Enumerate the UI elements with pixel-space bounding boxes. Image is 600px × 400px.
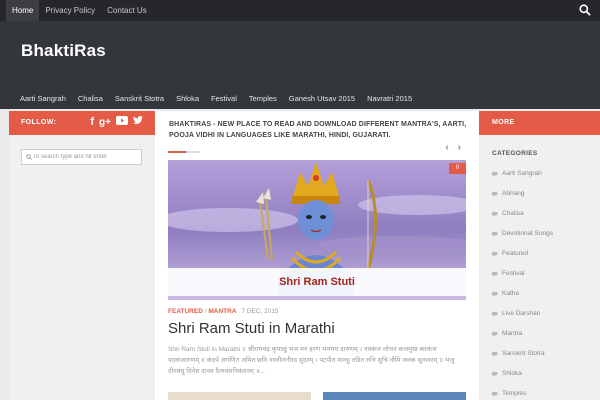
post-date: 7 DEC, 2015 — [241, 308, 279, 315]
category-label: Featured — [502, 250, 529, 257]
category-item[interactable]: Katha — [492, 284, 592, 304]
divider — [186, 151, 200, 153]
post-thumbnail[interactable] — [168, 392, 311, 400]
category-item[interactable]: Abhang — [492, 184, 592, 204]
main-nav-item[interactable]: Navratri 2015 — [361, 92, 418, 106]
follow-bar: FOLLOW: f g+ — [9, 111, 155, 135]
chevron-left-icon[interactable]: ‹ — [445, 142, 448, 153]
more-bar: MORE — [479, 111, 600, 135]
tag-icon — [492, 331, 498, 336]
category-item[interactable]: Live Darshan — [492, 304, 592, 324]
category-item[interactable]: Mantra — [492, 324, 592, 344]
search-icon[interactable] — [578, 3, 592, 17]
category-item[interactable]: Devotional Songs — [492, 224, 592, 244]
category-label: Shloka — [502, 370, 522, 377]
sidebar-search — [21, 149, 142, 165]
top-nav: Home Privacy Policy Contact Us — [6, 0, 153, 21]
slider-controls: ‹ › — [445, 142, 461, 153]
post-thumbnail[interactable] — [323, 392, 466, 400]
tag-icon — [492, 391, 498, 396]
main-nav-item[interactable]: Sanskrit Stotra — [109, 92, 170, 106]
tag-icon — [492, 251, 498, 256]
category-link[interactable]: FEATURED — [168, 308, 203, 315]
category-list: Aarti Sangrah Abhang Chalisa Devotional … — [492, 164, 592, 400]
twitter-icon[interactable] — [133, 115, 143, 130]
category-item[interactable]: Shloka — [492, 364, 592, 384]
tag-icon — [492, 371, 498, 376]
main-content: BHAKTIRAS - NEW PLACE TO READ AND DOWNLO… — [155, 111, 479, 400]
main-nav: Aarti Sangrah Chalisa Sanskrit Stotra Sh… — [14, 92, 418, 106]
main-nav-item[interactable]: Ganesh Utsav 2015 — [283, 92, 361, 106]
category-item[interactable]: Festival — [492, 264, 592, 284]
tag-icon — [492, 171, 498, 176]
category-label: Sanskrit Stotra — [502, 350, 545, 357]
social-links: f g+ — [90, 115, 143, 130]
tag-icon — [492, 231, 498, 236]
category-item[interactable]: Sanskrit Stotra — [492, 344, 592, 364]
main-nav-item[interactable]: Temples — [243, 92, 283, 106]
tag-icon — [492, 291, 498, 296]
category-label: Mantra — [502, 330, 523, 337]
category-separator: / — [204, 308, 207, 315]
category-item[interactable]: Chalisa — [492, 204, 592, 224]
category-label: Temples — [502, 390, 527, 397]
follow-label: FOLLOW: — [21, 119, 57, 126]
main-nav-item[interactable]: Shloka — [170, 92, 205, 106]
right-sidebar: CATEGORIES Aarti Sangrah Abhang Chalisa … — [479, 135, 600, 400]
tag-icon — [492, 271, 498, 276]
search-icon — [26, 154, 32, 160]
category-link[interactable]: MANTRA — [208, 308, 236, 315]
featured-image[interactable]: 0 Shri Ram Stuti — [168, 160, 466, 300]
top-bar: Home Privacy Policy Contact Us — [0, 0, 600, 21]
left-sidebar — [9, 135, 155, 400]
site-header: BhaktiRas Aarti Sangrah Chalisa Sanskrit… — [0, 21, 600, 109]
category-label: Chalisa — [502, 210, 524, 217]
category-label: Katha — [502, 290, 519, 297]
search-input[interactable] — [33, 150, 139, 164]
main-nav-item[interactable]: Festival — [205, 92, 243, 106]
main-nav-item[interactable]: Chalisa — [72, 92, 109, 106]
category-label: Festival — [502, 270, 525, 277]
post-title[interactable]: Shri Ram Stuti in Marathi — [168, 320, 335, 338]
category-label: Devotional Songs — [502, 230, 553, 237]
divider — [168, 151, 186, 153]
category-item[interactable]: Featured — [492, 244, 592, 264]
categories-heading: CATEGORIES — [492, 150, 538, 157]
tag-icon — [492, 351, 498, 356]
category-label: Aarti Sangrah — [502, 170, 542, 177]
category-label: Live Darshan — [502, 310, 541, 317]
facebook-icon[interactable]: f — [90, 115, 94, 130]
google-plus-icon[interactable]: g+ — [99, 115, 111, 130]
top-nav-privacy-policy[interactable]: Privacy Policy — [39, 0, 101, 21]
top-nav-contact-us[interactable]: Contact Us — [101, 0, 153, 21]
site-tagline: BHAKTIRAS - NEW PLACE TO READ AND DOWNLO… — [169, 121, 467, 139]
image-caption: Shri Ram Stuti — [279, 276, 355, 288]
site-title[interactable]: BhaktiRas — [21, 41, 106, 61]
more-label: MORE — [492, 119, 515, 126]
top-nav-home[interactable]: Home — [6, 0, 40, 21]
category-item[interactable]: Temples — [492, 384, 592, 400]
comment-count-badge[interactable]: 0 — [449, 163, 466, 174]
post-meta: FEATURED / MANTRA 7 DEC, 2015 — [168, 308, 279, 315]
chevron-right-icon[interactable]: › — [458, 142, 461, 153]
category-label: Abhang — [502, 190, 525, 197]
tag-icon — [492, 191, 498, 196]
main-nav-item[interactable]: Aarti Sangrah — [14, 92, 72, 106]
tag-icon — [492, 311, 498, 316]
tag-icon — [492, 211, 498, 216]
post-excerpt: Shri Ram Stuti in Marathi ॥ श्रीरामचंद्र… — [168, 346, 455, 375]
youtube-icon[interactable] — [116, 115, 128, 130]
category-item[interactable]: Aarti Sangrah — [492, 164, 592, 184]
